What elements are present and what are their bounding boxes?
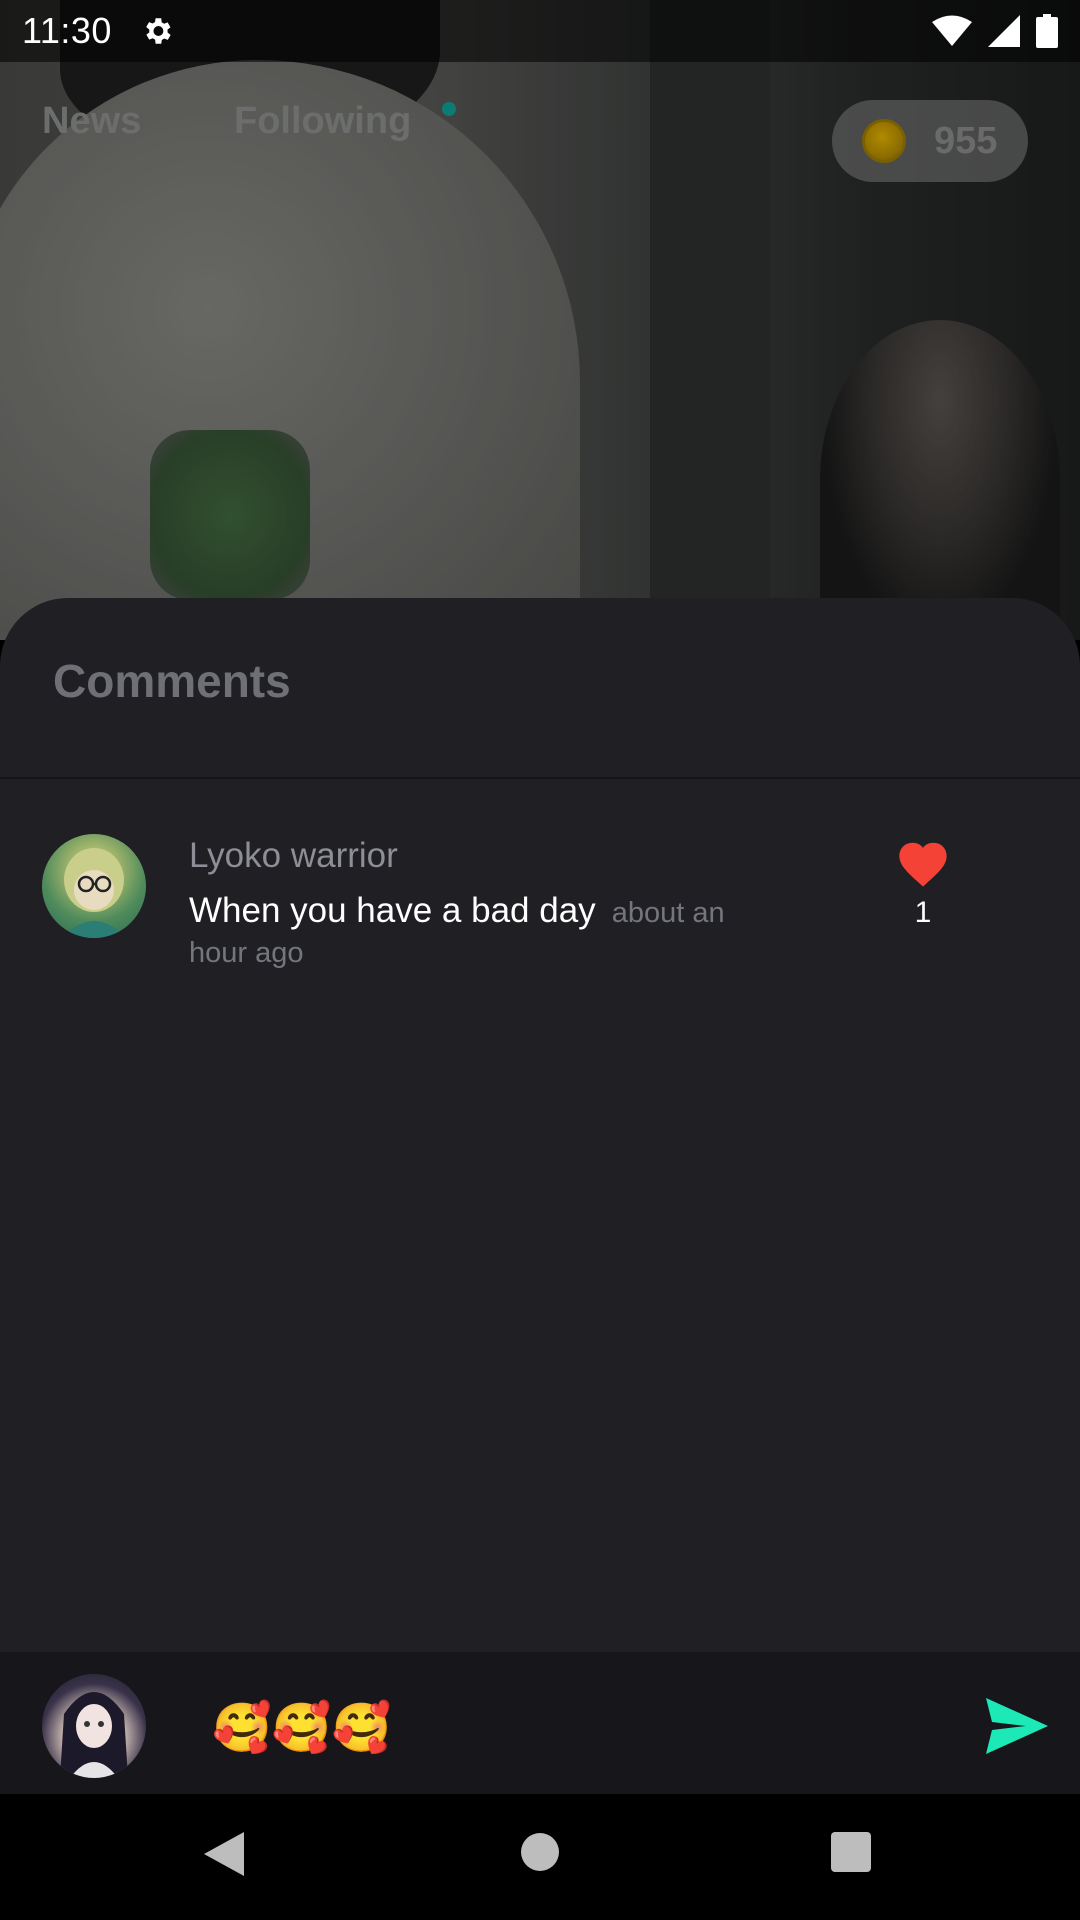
tab-news[interactable]: News	[42, 100, 141, 143]
avatar-illustration	[62, 848, 126, 938]
comment-author[interactable]: Lyoko warrior	[189, 836, 398, 876]
send-icon	[986, 1698, 1048, 1754]
comment-item: Lyoko warrior When you have a bad day ab…	[0, 834, 1080, 984]
tab-following[interactable]: Following	[234, 100, 411, 143]
status-bar: 11:30	[0, 0, 1080, 62]
recents-icon[interactable]	[831, 1832, 871, 1872]
coin-count: 955	[934, 119, 998, 162]
top-nav: News Following 955	[0, 62, 1080, 192]
avatar[interactable]	[42, 1674, 146, 1778]
wifi-icon	[932, 15, 972, 46]
comment-text: When you have a bad day	[189, 891, 596, 930]
coin-icon	[862, 119, 906, 163]
status-time: 11:30	[22, 10, 112, 51]
coin-balance-button[interactable]: 955	[832, 100, 1028, 182]
like-count: 1	[914, 896, 932, 929]
gear-icon	[146, 18, 171, 44]
comment-input-bar	[0, 1652, 1080, 1794]
back-icon[interactable]	[204, 1832, 244, 1876]
system-nav-bar	[0, 1794, 1080, 1920]
avatar-illustration	[60, 1692, 128, 1778]
notification-dot	[442, 102, 456, 116]
send-button[interactable]	[986, 1698, 1048, 1754]
comment-input[interactable]	[212, 1692, 952, 1762]
comments-title: Comments	[53, 655, 291, 707]
heart-icon[interactable]	[896, 838, 950, 888]
battery-icon	[1036, 14, 1058, 48]
home-icon[interactable]	[521, 1833, 559, 1871]
cellular-icon	[988, 15, 1020, 47]
comments-sheet: Comments Lyoko warrior When you have a b…	[0, 598, 1080, 1652]
status-icons	[932, 14, 1058, 48]
avatar[interactable]	[42, 834, 146, 938]
divider	[0, 777, 1080, 779]
comment-time: When you have a bad day about an hour ag…	[189, 888, 779, 972]
